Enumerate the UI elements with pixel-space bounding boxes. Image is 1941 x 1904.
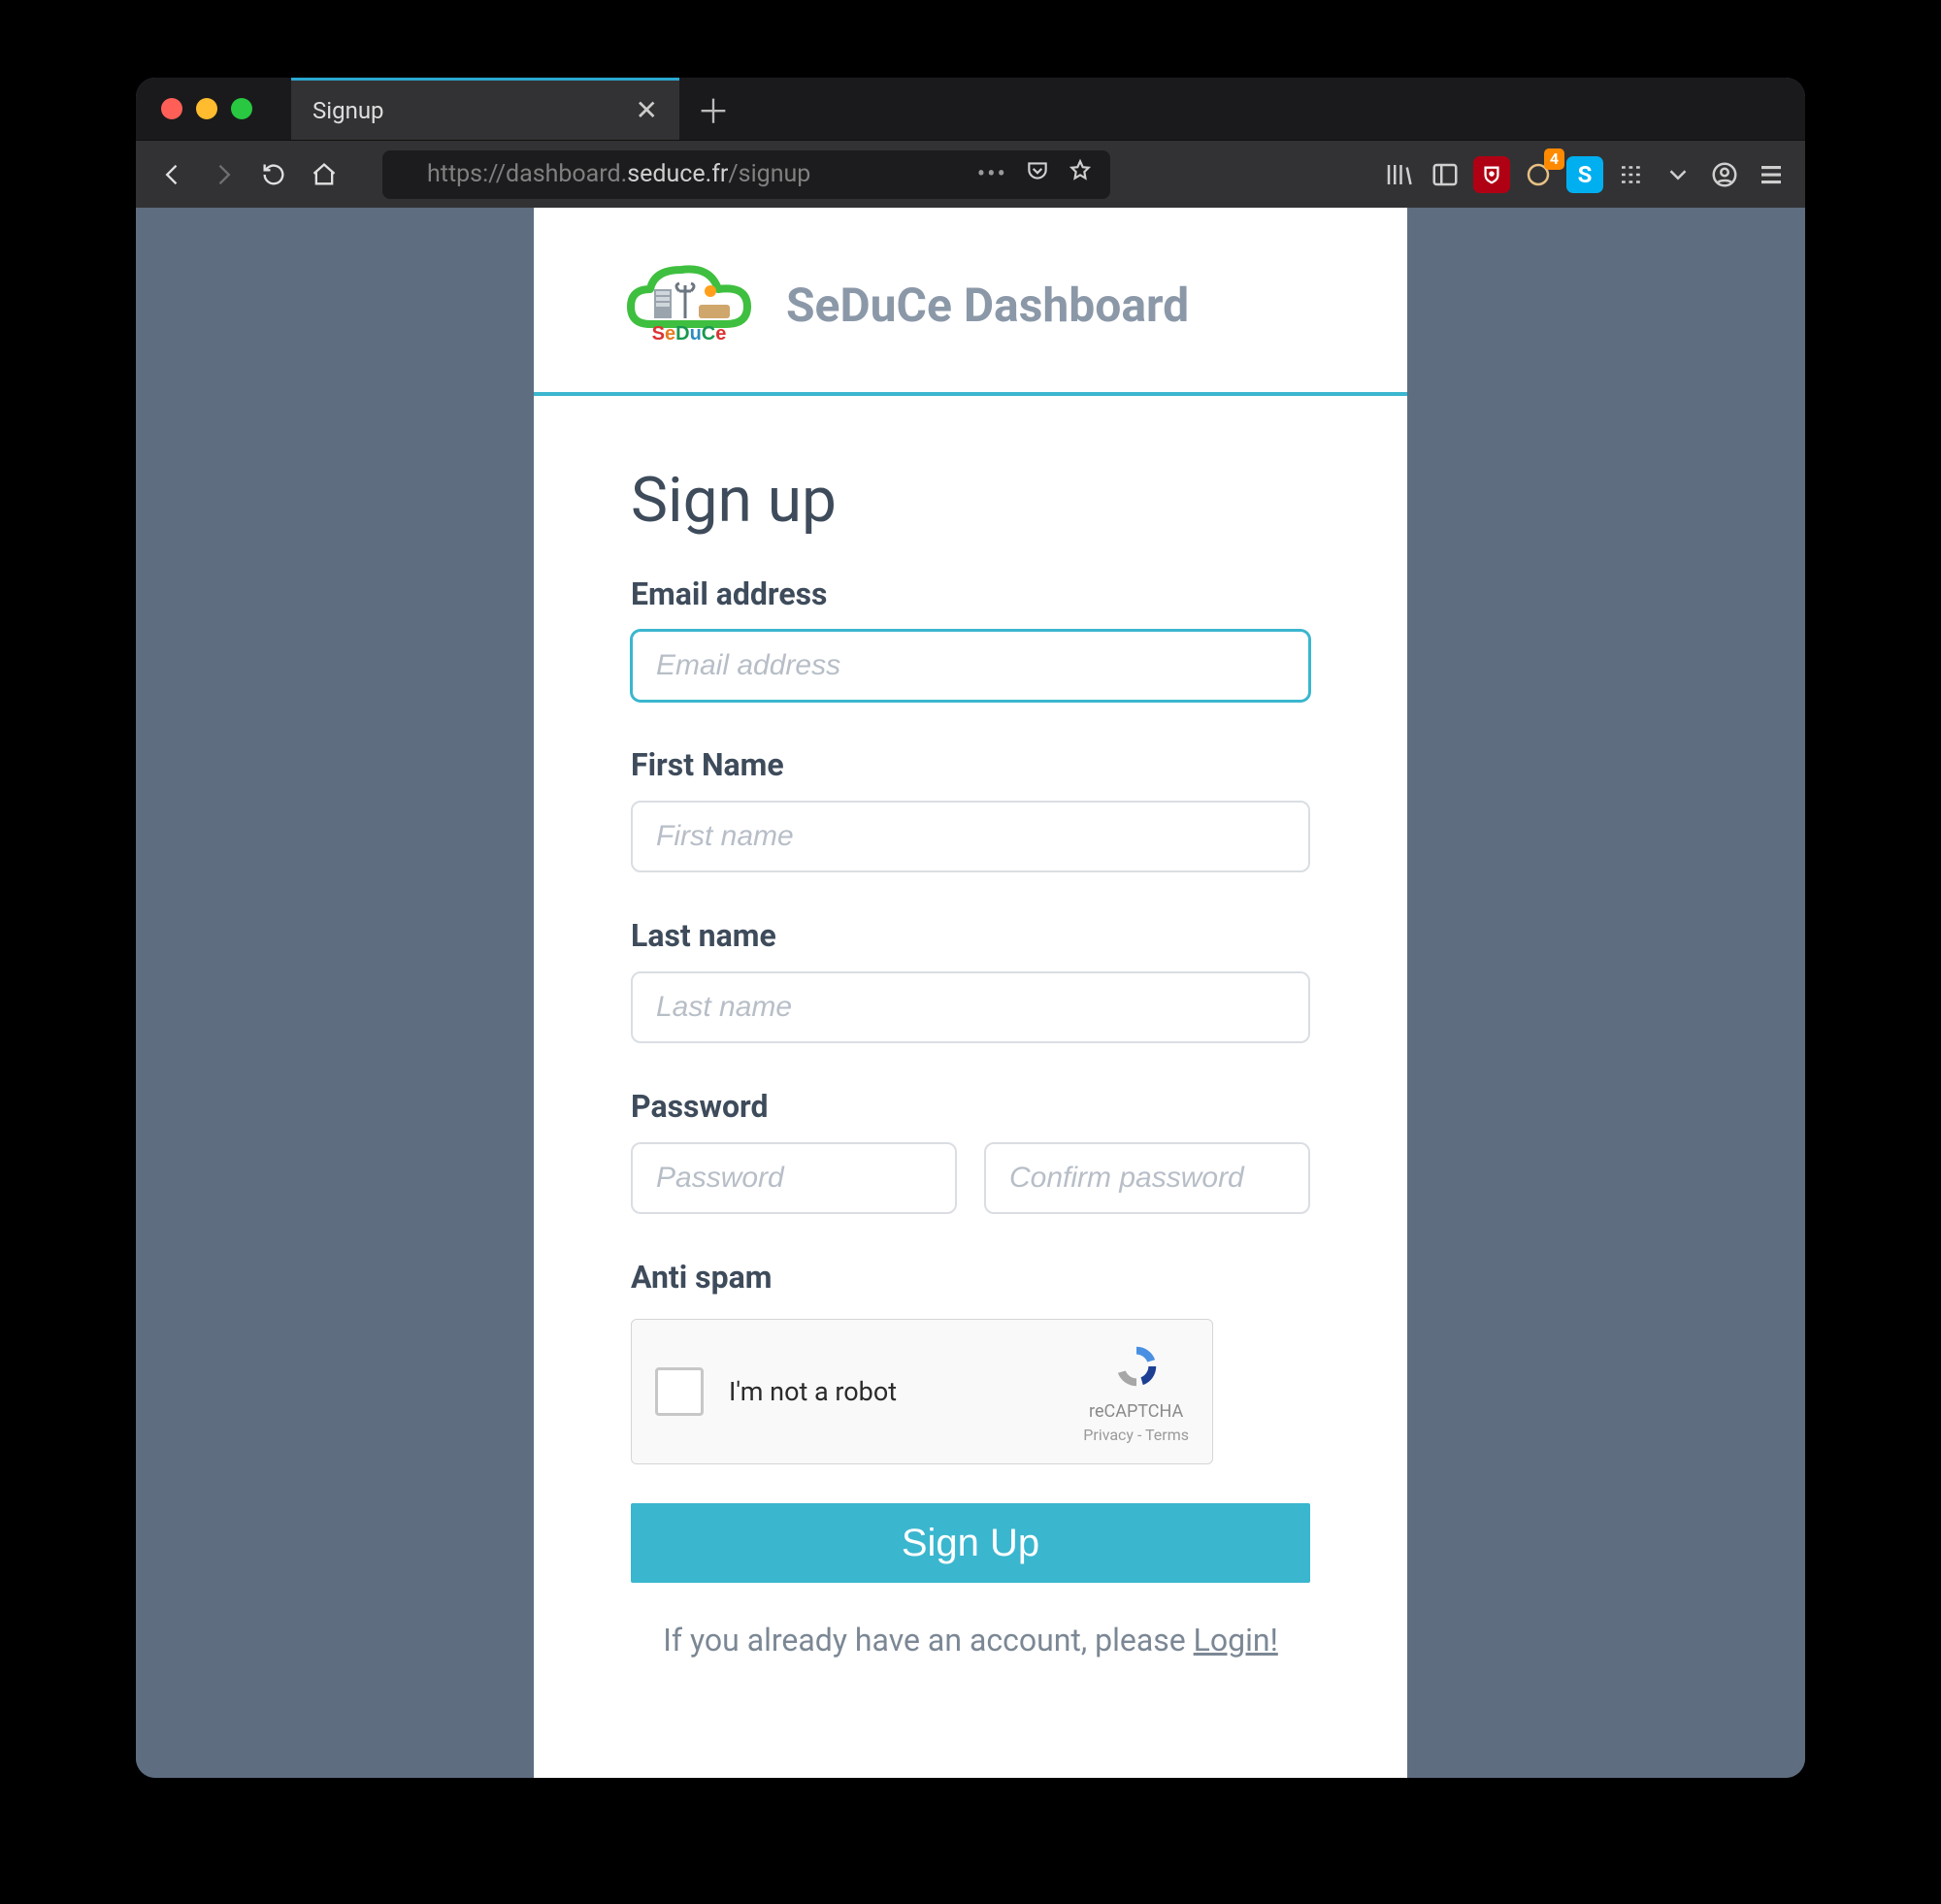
toolbar-extensions: 4 S [1380,156,1790,193]
recaptcha-checkbox[interactable] [655,1367,704,1416]
signup-card: SeDuCe SeDuCe Dashboard Sign up Email ad… [534,208,1407,1778]
card-header: SeDuCe SeDuCe Dashboard [534,208,1407,396]
recaptcha-brand: reCAPTCHA Privacy - Terms [1083,1340,1189,1444]
brand-title: SeDuCe Dashboard [786,278,1189,333]
sidebar-toggle-icon[interactable] [1427,156,1464,193]
svg-text:SeDuCe: SeDuCe [652,323,727,345]
confirm-password-input[interactable] [984,1142,1310,1214]
tab-title: Signup [313,97,384,124]
email-input[interactable] [631,630,1310,702]
account-icon[interactable] [1706,156,1743,193]
login-prefix: If you already have an account, please [663,1622,1193,1658]
email-label: Email address [631,575,1310,612]
url-field[interactable]: https://dashboard.seduce.fr/signup ••• [382,150,1110,199]
window-close-button[interactable] [161,98,182,119]
browser-tab-active[interactable]: Signup ✕ [291,78,679,140]
url-toolbar: https://dashboard.seduce.fr/signup ••• [136,140,1805,208]
extension-chevron-icon[interactable] [1660,156,1696,193]
skype-extension-icon[interactable]: S [1566,156,1603,193]
app-menu-icon[interactable] [1753,156,1790,193]
password-input[interactable] [631,1142,957,1214]
nav-back-button[interactable] [151,153,194,196]
tab-close-button[interactable]: ✕ [636,97,658,124]
seduce-logo: SeDuCe [621,256,757,353]
extension-badge: 4 [1544,148,1564,170]
ublock-extension-icon[interactable] [1473,156,1510,193]
login-link[interactable]: Login! [1194,1622,1278,1658]
browser-window: Signup ✕ ＋ [136,78,1805,1778]
lastname-input[interactable] [631,971,1310,1043]
page-viewport: SeDuCe SeDuCe Dashboard Sign up Email ad… [136,208,1805,1778]
login-line: If you already have an account, please L… [631,1622,1310,1658]
signup-submit-button[interactable]: Sign Up [631,1503,1310,1583]
window-zoom-button[interactable] [231,98,252,119]
antispam-label: Anti spam [631,1259,1310,1296]
form-title: Sign up [631,464,1310,537]
password-label: Password [631,1088,1310,1125]
recaptcha-text: I'm not a robot [729,1376,897,1407]
new-tab-button[interactable]: ＋ [689,84,738,133]
url-text: https://dashboard.seduce.fr/signup [427,160,810,188]
nav-forward-button[interactable] [202,153,245,196]
nav-home-button[interactable] [303,153,345,196]
firstname-input[interactable] [631,801,1310,872]
nav-reload-button[interactable] [252,153,295,196]
tab-bar: Signup ✕ ＋ [136,78,1805,140]
firstname-label: First Name [631,746,1310,783]
bookmark-star-icon[interactable] [1068,158,1093,190]
signup-form: Sign up Email address First Name Last na… [534,396,1407,1658]
url-more-icon[interactable]: ••• [977,160,1007,188]
recaptcha-icon [1110,1340,1163,1397]
recaptcha-widget: I'm not a robot reCAPTCHA Privacy - Term… [631,1319,1213,1464]
extension-icon-generic[interactable]: 4 [1520,156,1557,193]
window-minimize-button[interactable] [196,98,217,119]
window-controls [136,98,252,119]
pocket-icon[interactable] [1025,158,1050,190]
lastname-label: Last name [631,917,1310,954]
library-icon[interactable] [1380,156,1417,193]
extension-grid-icon[interactable] [1613,156,1650,193]
